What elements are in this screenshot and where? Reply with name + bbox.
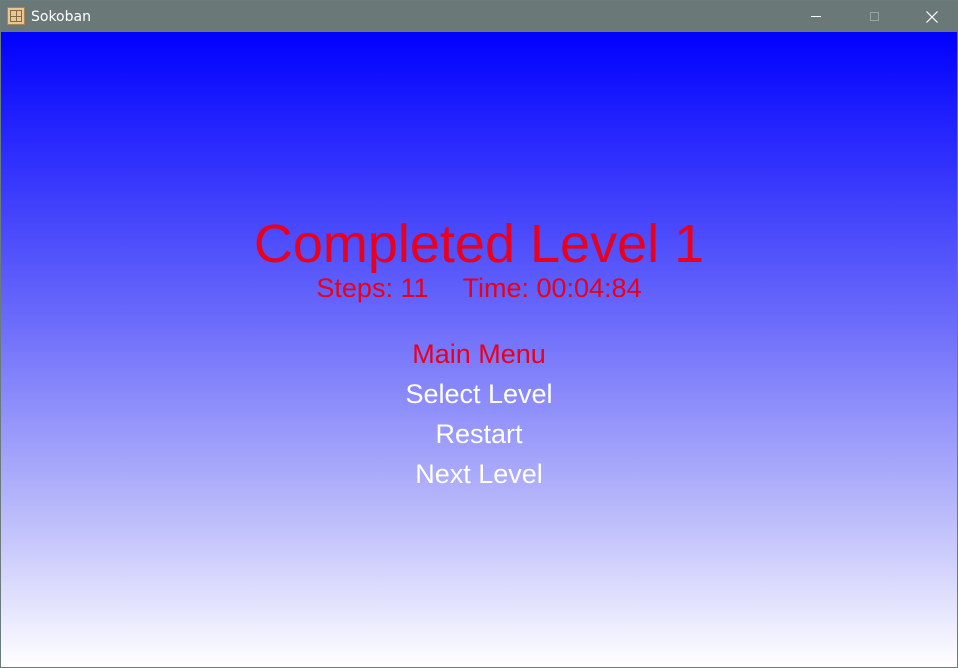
- window-title: Sokoban: [31, 9, 91, 25]
- main-menu-option[interactable]: Main Menu: [1, 334, 957, 374]
- steps-count: Steps: 11: [316, 273, 429, 303]
- level-complete-screen: Completed Level 1 Steps: 11 Time: 00:04:8…: [1, 32, 957, 667]
- sokoban-app-icon: [7, 7, 25, 25]
- level-complete-title: Completed Level 1: [253, 214, 705, 274]
- minimize-button[interactable]: [787, 1, 845, 32]
- restart-option[interactable]: Restart: [1, 414, 957, 454]
- close-icon: [926, 10, 938, 23]
- app-window: Sokoban Completed Level 1 Steps: 11 Time:…: [0, 0, 958, 668]
- minimize-icon: [811, 16, 821, 17]
- elapsed-time: Time: 00:04:84: [462, 273, 642, 303]
- maximize-icon: [869, 12, 879, 21]
- next-level-option[interactable]: Next Level: [1, 454, 957, 494]
- maximize-button[interactable]: [845, 1, 903, 32]
- title-bar[interactable]: Sokoban: [1, 1, 957, 32]
- level-stats: Steps: 11 Time: 00:04:84: [1, 272, 957, 304]
- close-button[interactable]: [903, 1, 958, 32]
- level-complete-menu: Main Menu Select Level Restart Next Leve…: [1, 334, 957, 494]
- select-level-option[interactable]: Select Level: [1, 374, 957, 414]
